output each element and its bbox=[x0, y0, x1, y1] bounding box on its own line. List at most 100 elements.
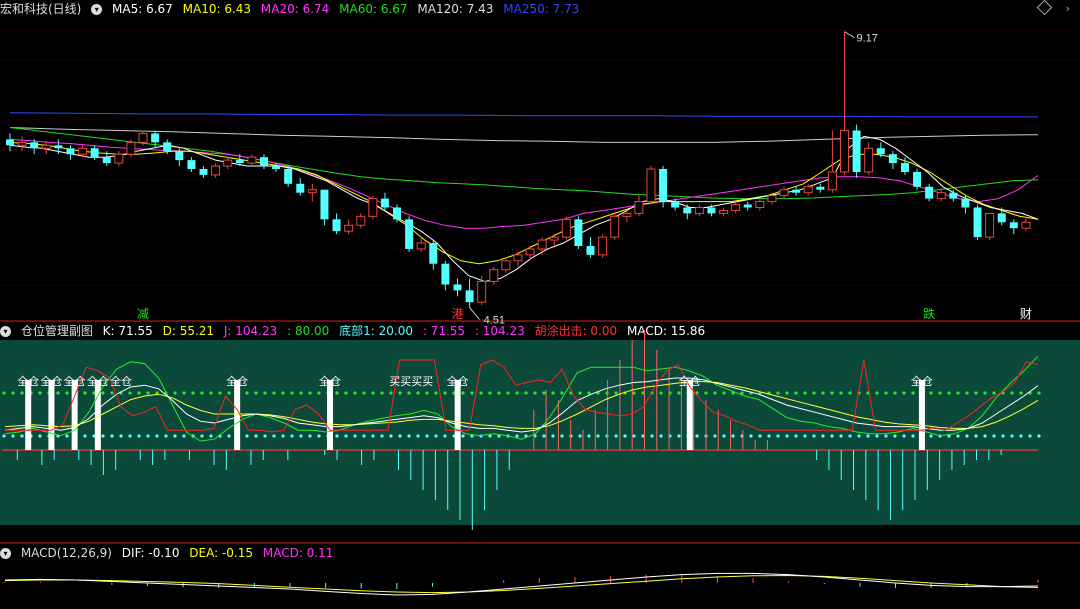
candle-body-down bbox=[659, 169, 668, 202]
level-80-dot bbox=[533, 391, 537, 395]
level-20-dot bbox=[839, 434, 843, 438]
level-80-dot bbox=[1037, 391, 1041, 395]
level-80-dot bbox=[281, 391, 285, 395]
level-20-dot bbox=[929, 434, 933, 438]
level-80-dot bbox=[218, 391, 222, 395]
level-80-dot bbox=[614, 391, 618, 395]
position-label: 全仓 bbox=[64, 374, 86, 388]
candle-body-up bbox=[779, 189, 789, 197]
level-20-dot bbox=[263, 434, 267, 438]
position-white-bar bbox=[454, 380, 461, 450]
ma10-line bbox=[9, 141, 1039, 265]
level-20-dot bbox=[137, 434, 141, 438]
candle-body-down bbox=[586, 245, 595, 255]
level-20-dot bbox=[587, 434, 591, 438]
candle-body-down bbox=[913, 171, 922, 187]
level-20-dot bbox=[227, 434, 231, 438]
level-80-dot bbox=[704, 391, 708, 395]
position-label: 全仓 bbox=[40, 374, 62, 388]
candle-body-up bbox=[513, 254, 523, 262]
level-80-dot bbox=[956, 391, 960, 395]
candle-body-down bbox=[429, 243, 438, 264]
level-80-dot bbox=[893, 391, 897, 395]
candle-body-down bbox=[574, 219, 583, 246]
level-20-dot bbox=[344, 434, 348, 438]
level-20-dot bbox=[821, 434, 825, 438]
level-80-dot bbox=[245, 391, 249, 395]
position-label: 全仓 bbox=[447, 374, 469, 388]
level-20-dot bbox=[254, 434, 258, 438]
level-20-dot bbox=[983, 434, 987, 438]
level-20-dot bbox=[11, 434, 15, 438]
candle-body-down bbox=[272, 166, 281, 169]
level-20-dot bbox=[632, 434, 636, 438]
level-80-dot bbox=[947, 391, 951, 395]
ma120-line bbox=[9, 127, 1039, 143]
chart-canvas[interactable]: 9.174.51减港跌财全仓 全仓 全仓 全仓 全仓 全仓 全仓 买买买买 全仓 全仓 全仓 bbox=[0, 0, 1080, 609]
candle-body-down bbox=[163, 142, 172, 152]
level-80-dot bbox=[200, 391, 204, 395]
level-80-dot bbox=[785, 391, 789, 395]
ma5-line bbox=[9, 135, 1039, 283]
position-white-bar bbox=[918, 380, 925, 450]
level-20-dot bbox=[371, 434, 375, 438]
level-20-dot bbox=[335, 434, 339, 438]
level-80-dot bbox=[299, 391, 303, 395]
level-20-dot bbox=[902, 434, 906, 438]
level-80-dot bbox=[335, 391, 339, 395]
candle-body-up bbox=[223, 159, 233, 167]
level-20-dot bbox=[128, 434, 132, 438]
candle-body-down bbox=[683, 207, 692, 214]
candle-body-up bbox=[78, 147, 88, 155]
candle-body-up bbox=[561, 218, 571, 238]
candle-body-down bbox=[296, 183, 305, 193]
level-80-dot bbox=[497, 391, 501, 395]
level-80-dot bbox=[911, 391, 915, 395]
level-80-dot bbox=[317, 391, 321, 395]
event-label: 财 bbox=[1020, 307, 1032, 321]
candle-body-up bbox=[840, 130, 849, 173]
candle-body-down bbox=[949, 192, 958, 199]
level-80-dot bbox=[443, 391, 447, 395]
level-80-dot bbox=[209, 391, 213, 395]
candle-body-up bbox=[634, 201, 644, 214]
level-80-dot bbox=[398, 391, 402, 395]
candle-body-down bbox=[707, 207, 716, 214]
level-80-dot bbox=[632, 391, 636, 395]
sub-panel-background bbox=[0, 340, 1080, 525]
level-20-dot bbox=[884, 434, 888, 438]
level-20-dot bbox=[965, 434, 969, 438]
level-20-dot bbox=[758, 434, 762, 438]
position-label: 全仓 bbox=[110, 374, 132, 388]
candle-body-down bbox=[6, 139, 14, 146]
low-annotation: 4.51 bbox=[484, 315, 505, 327]
candle-body-down bbox=[380, 198, 389, 208]
candle-body-up bbox=[598, 236, 608, 256]
candle-body-down bbox=[320, 189, 329, 220]
level-80-dot bbox=[929, 391, 933, 395]
candle-body-down bbox=[151, 133, 160, 143]
candle-body-up bbox=[114, 153, 124, 164]
level-20-dot bbox=[119, 434, 123, 438]
level-20-dot bbox=[776, 434, 780, 438]
candle-body-down bbox=[405, 219, 414, 249]
level-80-dot bbox=[362, 391, 366, 395]
level-20-dot bbox=[857, 434, 861, 438]
level-20-dot bbox=[731, 434, 735, 438]
level-80-dot bbox=[191, 391, 195, 395]
level-20-dot bbox=[803, 434, 807, 438]
level-20-dot bbox=[1010, 434, 1014, 438]
level-80-dot bbox=[11, 391, 15, 395]
candle-body-up bbox=[17, 141, 27, 146]
candle-body-up bbox=[719, 209, 729, 214]
position-white-bar bbox=[326, 380, 333, 450]
candle-body-down bbox=[973, 207, 982, 238]
level-80-dot bbox=[308, 391, 312, 395]
candle-body-down bbox=[876, 148, 885, 155]
level-80-dot bbox=[875, 391, 879, 395]
candle-body-up bbox=[489, 269, 499, 283]
candle-body-up bbox=[622, 212, 632, 217]
level-20-dot bbox=[866, 434, 870, 438]
level-80-dot bbox=[407, 391, 411, 395]
candle-body-down bbox=[997, 213, 1006, 223]
